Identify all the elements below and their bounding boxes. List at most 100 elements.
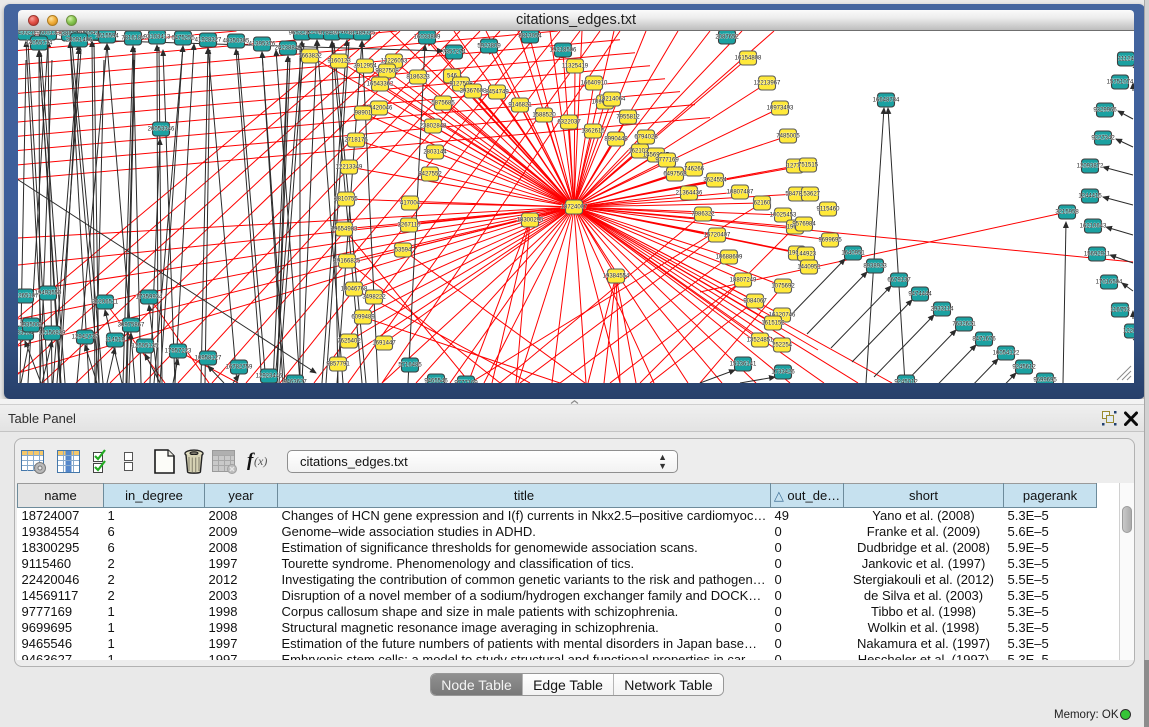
svg-text:1588520: 1588520	[532, 113, 556, 119]
svg-text:12213967: 12213967	[754, 81, 781, 87]
svg-text:3215958: 3215958	[1055, 210, 1079, 216]
svg-text:746266: 746266	[684, 167, 705, 173]
svg-text:16033809: 16033809	[414, 35, 441, 41]
svg-text:9474444: 9474444	[908, 292, 932, 298]
svg-text:23802848: 23802848	[420, 124, 447, 130]
svg-text:12213349: 12213349	[336, 165, 363, 171]
svg-text:10025453: 10025453	[770, 213, 797, 219]
svg-text:9463627: 9463627	[283, 380, 307, 383]
svg-text:62160: 62160	[754, 201, 771, 207]
svg-text:19654983: 19654983	[331, 227, 358, 233]
svg-text:8427552: 8427552	[418, 172, 442, 178]
svg-text:5875685: 5875685	[431, 101, 455, 107]
svg-text:9227342: 9227342	[1091, 136, 1115, 142]
svg-text:17359934: 17359934	[136, 295, 163, 301]
svg-text:1935001: 1935001	[19, 323, 43, 329]
svg-text:19218506: 19218506	[550, 48, 577, 54]
svg-text:8990448: 8990448	[604, 137, 628, 143]
svg-text:1810755: 1810755	[334, 197, 358, 203]
svg-text:9245012: 9245012	[894, 380, 918, 383]
svg-text:1362615: 1362615	[581, 129, 605, 135]
svg-text:9084067: 9084067	[743, 299, 767, 305]
svg-text:9576984: 9576984	[792, 222, 816, 228]
svg-text:114519: 114519	[105, 338, 125, 344]
svg-text:30975867: 30975867	[118, 323, 145, 329]
svg-text:9245612: 9245612	[1012, 365, 1036, 371]
svg-text:3624554: 3624554	[703, 178, 727, 184]
svg-text:751515: 751515	[798, 163, 819, 169]
svg-text:19493550: 19493550	[35, 291, 62, 297]
svg-text:16782759: 16782759	[226, 365, 253, 371]
svg-text:3267110: 3267110	[398, 223, 422, 229]
svg-text:18807249: 18807249	[730, 278, 757, 284]
svg-text:6794028: 6794028	[634, 135, 658, 141]
svg-text:9777169: 9777169	[655, 158, 679, 164]
svg-text:20206511: 20206511	[92, 300, 119, 306]
svg-text:9699695: 9699695	[818, 238, 842, 244]
svg-text:8938923: 8938923	[863, 264, 887, 270]
svg-text:16154808: 16154808	[735, 56, 762, 62]
svg-text:98901: 98901	[355, 111, 372, 117]
svg-text:5923809: 5923809	[477, 44, 501, 50]
svg-text:16640910: 16640910	[581, 81, 608, 87]
svg-text:144923: 144923	[796, 252, 817, 258]
svg-text:1244415: 1244415	[1078, 194, 1102, 200]
svg-text:16648784: 16648784	[873, 98, 900, 104]
svg-text:20053346: 20053346	[148, 127, 175, 133]
svg-text:16543362: 16543362	[367, 82, 394, 88]
svg-text:14055714: 14055714	[26, 41, 53, 47]
svg-text:18300295: 18300295	[517, 218, 544, 224]
svg-text:9699695: 9699695	[1033, 378, 1057, 383]
svg-text:1733426: 1733426	[771, 370, 795, 376]
svg-text:9115460: 9115460	[817, 207, 841, 213]
svg-text:13524851: 13524851	[747, 338, 774, 344]
svg-text:7955812: 7955812	[616, 115, 640, 121]
svg-text:2718176: 2718176	[344, 138, 368, 144]
svg-text:48350305: 48350305	[223, 39, 250, 45]
svg-text:21364436: 21364436	[676, 191, 703, 197]
svg-text:1691447: 1691447	[372, 341, 396, 347]
svg-text:12505135: 12505135	[132, 344, 159, 350]
svg-text:6497568: 6497568	[663, 172, 687, 178]
svg-text:7816184: 7816184	[121, 36, 145, 42]
svg-text:15136141: 15136141	[730, 362, 757, 368]
svg-text:10046768: 10046768	[341, 287, 368, 293]
svg-text:6099489: 6099489	[351, 315, 375, 321]
svg-text:17016504: 17016504	[1096, 280, 1123, 286]
svg-text:3498222: 3498222	[362, 295, 386, 301]
svg-text:15751074: 15751074	[1107, 80, 1134, 86]
svg-text:9146821: 9146821	[508, 103, 532, 109]
svg-text:15692911: 15692911	[1084, 252, 1111, 258]
svg-text:7357274: 7357274	[442, 50, 466, 56]
svg-text:12923446: 12923446	[256, 374, 283, 380]
svg-text:18214064: 18214064	[599, 97, 626, 103]
svg-text:6475255: 6475255	[171, 36, 195, 42]
svg-text:16210643: 16210643	[1080, 224, 1107, 230]
svg-text:9857791: 9857791	[326, 362, 350, 368]
svg-text:24238849: 24238849	[275, 46, 302, 52]
svg-text:1640951: 1640951	[841, 251, 865, 257]
svg-text:9329966: 9329966	[1093, 108, 1117, 114]
svg-text:18724007: 18724007	[561, 205, 588, 211]
svg-text:7625402: 7625402	[337, 339, 361, 345]
svg-text:11124: 11124	[1118, 57, 1134, 63]
svg-text:15720407: 15720407	[704, 233, 731, 239]
svg-text:9465546: 9465546	[424, 379, 448, 383]
svg-text:93103413: 93103413	[144, 35, 171, 41]
svg-text:8186323: 8186323	[406, 75, 430, 81]
svg-text:10688609: 10688609	[716, 255, 743, 261]
svg-text:1075692: 1075692	[771, 284, 795, 290]
svg-text:8813054: 8813054	[518, 34, 542, 40]
svg-text:2933114: 2933114	[931, 307, 955, 313]
svg-text:6322037: 6322037	[557, 120, 581, 126]
svg-text:252254: 252254	[772, 343, 793, 349]
svg-text:17957223: 17957223	[165, 349, 192, 355]
svg-text:122034: 122034	[1123, 329, 1134, 335]
svg-text:12942737: 12942737	[72, 335, 99, 341]
svg-text:7485005: 7485005	[776, 134, 800, 140]
svg-text:10958127: 10958127	[195, 356, 222, 362]
svg-text:10807487: 10807487	[727, 190, 754, 196]
svg-text:7632621: 7632621	[952, 322, 976, 328]
svg-text:116753: 116753	[1110, 308, 1130, 314]
svg-text:41928327: 41928327	[195, 38, 222, 44]
